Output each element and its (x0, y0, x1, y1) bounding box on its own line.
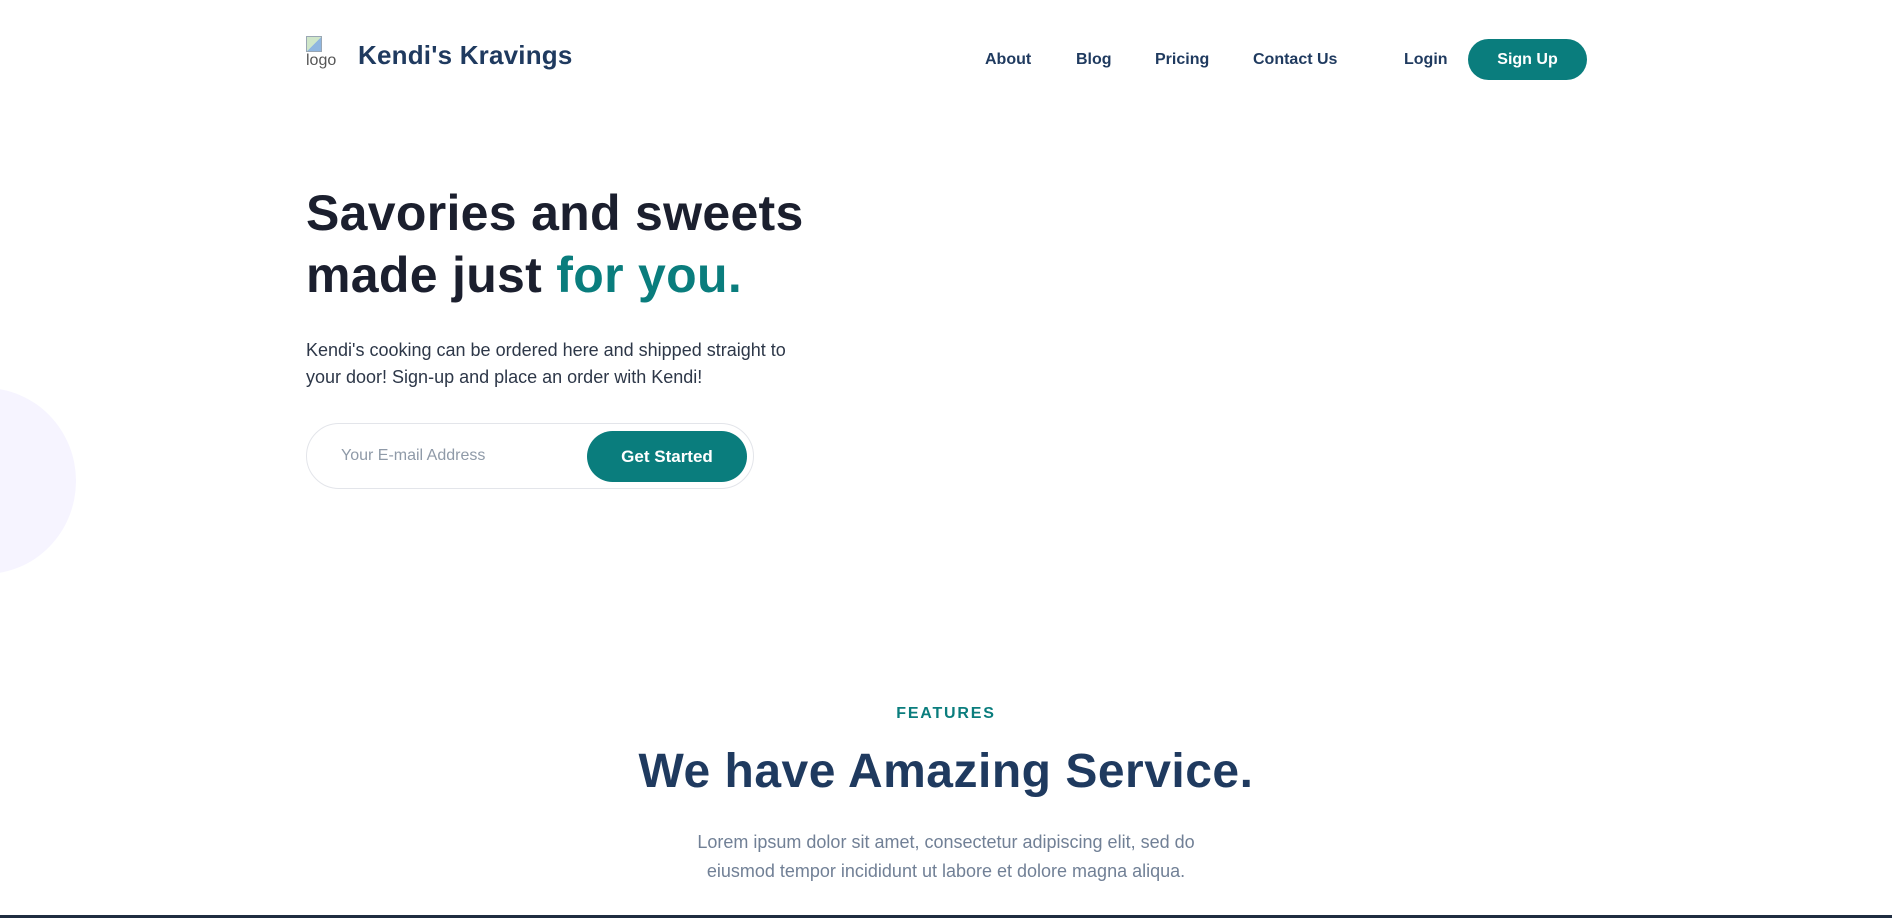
nav-link-pricing[interactable]: Pricing (1155, 51, 1209, 69)
hero-subtitle-line2: your door! Sign-up and place an order wi… (306, 367, 703, 387)
nav-link-blog[interactable]: Blog (1076, 51, 1112, 69)
email-input[interactable] (339, 446, 583, 466)
broken-image-icon (306, 36, 322, 52)
sign-up-button[interactable]: Sign Up (1468, 39, 1587, 80)
decorative-circle (0, 388, 76, 574)
signup-email-form: Get Started (306, 423, 754, 489)
hero-title-line1: Savories and sweets (306, 185, 804, 241)
hero-subtitle-line1: Kendi's cooking can be ordered here and … (306, 340, 786, 360)
nav-link-contact-us[interactable]: Contact Us (1253, 51, 1337, 69)
features-subtitle-line2: eiusmod tempor incididunt ut labore et d… (706, 861, 1186, 881)
landing-page: logo Kendi's Kravings About Blog Pricing… (0, 0, 1892, 918)
logo-image[interactable]: logo (306, 36, 342, 72)
features-title: We have Amazing Service. (638, 745, 1254, 798)
login-link[interactable]: Login (1404, 51, 1448, 69)
features-eyebrow: FEATURES (896, 705, 996, 722)
hero-subtitle: Kendi's cooking can be ordered here and … (306, 337, 846, 391)
hero-title-accent: for you. (556, 247, 743, 303)
nav-link-about[interactable]: About (985, 51, 1031, 69)
get-started-button[interactable]: Get Started (587, 431, 747, 482)
hero-title-line2: made just (306, 247, 557, 303)
site-header: logo Kendi's Kravings About Blog Pricing… (0, 0, 1892, 120)
features-subtitle-line1: Lorem ipsum dolor sit amet, consectetur … (697, 832, 1195, 852)
brand-name[interactable]: Kendi's Kravings (358, 40, 573, 71)
logo-alt-text: logo (306, 52, 337, 69)
features-subtitle: Lorem ipsum dolor sit amet, consectetur … (656, 828, 1236, 886)
hero-title: Savories and sweets made just for you. (306, 182, 804, 306)
